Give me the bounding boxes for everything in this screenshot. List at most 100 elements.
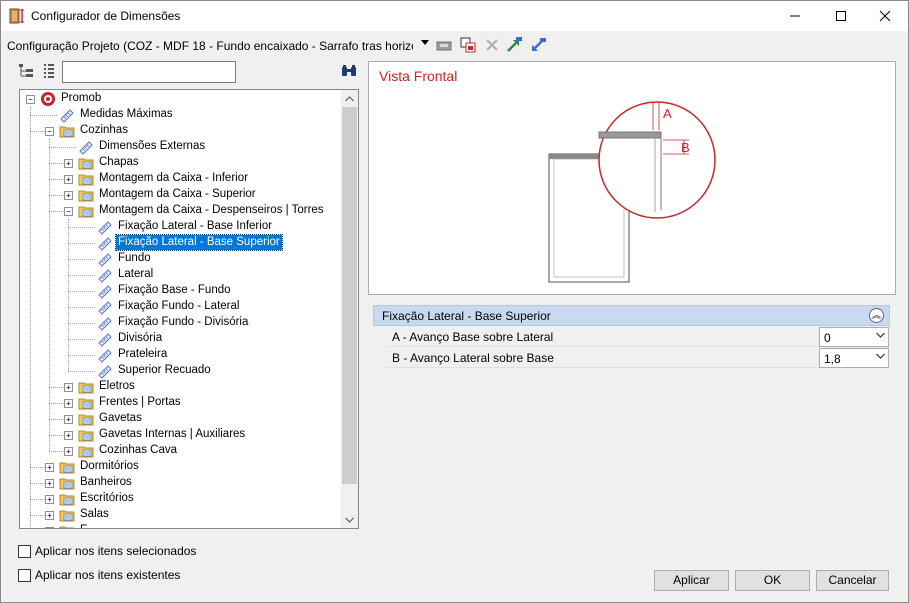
tree-item[interactable]: Superior Recuado [20, 363, 340, 379]
tree-item[interactable]: − Promob [20, 91, 340, 107]
tree-item[interactable]: + Dormitórios [20, 459, 340, 475]
ruler-icon [98, 237, 112, 251]
tree-item-label: Dimensões Externas [99, 140, 206, 152]
tree-item[interactable]: Fixação Base - Fundo [20, 283, 340, 299]
collapse-node-icon[interactable]: − [64, 207, 73, 216]
folder-icon [59, 126, 75, 138]
dimension-label-b: B [681, 140, 690, 155]
ruler-icon [98, 221, 112, 235]
tree-item[interactable]: Divisória [20, 331, 340, 347]
expand-icon[interactable]: + [45, 527, 54, 528]
close-button[interactable] [862, 1, 908, 31]
tree-item[interactable]: + Montagem da Caixa - Inferior [20, 171, 340, 187]
tree-item[interactable]: + Escritórios [20, 491, 340, 507]
collapse-node-icon[interactable]: − [26, 95, 35, 104]
apply-button[interactable]: Aplicar [654, 570, 729, 591]
cancel-button[interactable]: Cancelar [816, 570, 889, 591]
tree-item[interactable]: Fixação Fundo - Divisória [20, 315, 340, 331]
expand-icon[interactable]: + [64, 415, 73, 424]
tree-item[interactable]: Fixação Fundo - Lateral [20, 299, 340, 315]
configuration-select[interactable]: Configuração Projeto (COZ - MDF 18 - Fun… [7, 39, 413, 53]
tree-item-label: Dormitórios [80, 460, 139, 472]
tree-item-label: Divisória [118, 332, 163, 344]
tree-scrollbar[interactable] [341, 90, 358, 528]
expand-icon[interactable]: + [64, 447, 73, 456]
scroll-thumb[interactable] [342, 107, 357, 484]
folder-icon [59, 462, 75, 474]
category-tree[interactable]: − Promob Medidas Máximas − Cozinhas Dimensões… [19, 89, 359, 529]
tree-item-label: Chapas [99, 156, 139, 168]
tree-item-label: Montagem da Caixa - Superior [99, 188, 256, 200]
expand-icon[interactable]: + [45, 479, 54, 488]
chevron-down-icon [876, 353, 885, 359]
apply-selected-checkbox[interactable] [18, 544, 31, 558]
tree-item[interactable]: + Chapas [20, 155, 340, 171]
tree-item[interactable]: Prateleira [20, 347, 340, 363]
apply-selected-option[interactable]: Aplicar nos itens selecionados [18, 543, 196, 559]
apply-existing-label: Aplicar nos itens existentes [35, 568, 181, 582]
tree-item[interactable]: + Gavetas [20, 411, 340, 427]
ruler-icon [98, 285, 112, 299]
export-icon[interactable] [505, 36, 523, 54]
tree-item[interactable]: + E... [20, 523, 340, 528]
tree-item[interactable]: − Cozinhas [20, 123, 340, 139]
tree-item[interactable]: Medidas Máximas [20, 107, 340, 123]
tree-search-input[interactable] [62, 61, 236, 83]
copy-config-icon[interactable] [459, 36, 477, 54]
folder-icon [78, 398, 94, 410]
tree-view-icon[interactable] [18, 63, 34, 79]
tree-item[interactable]: + Frentes | Portas [20, 395, 340, 411]
scroll-up-button[interactable] [341, 90, 358, 107]
folder-icon [59, 494, 75, 506]
folder-icon [78, 190, 94, 202]
expand-icon[interactable]: + [64, 383, 73, 392]
collapse-node-icon[interactable]: − [45, 127, 54, 136]
collapse-icon[interactable]: ︽ [869, 308, 884, 323]
minimize-button[interactable] [772, 1, 818, 31]
apply-existing-option[interactable]: Aplicar nos itens existentes [18, 567, 180, 583]
tree-item[interactable]: Fundo [20, 251, 340, 267]
tree-item[interactable]: − Montagem da Caixa - Despenseiros | Torr… [20, 203, 340, 219]
save-config-icon[interactable] [435, 36, 453, 54]
expand-icon[interactable]: + [64, 159, 73, 168]
import-icon[interactable] [529, 36, 547, 54]
scroll-down-button[interactable] [341, 511, 358, 528]
tree-item[interactable]: + Cozinhas Cava [20, 443, 340, 459]
ruler-icon [98, 349, 112, 363]
ok-button[interactable]: OK [735, 570, 810, 591]
tree-item[interactable]: + Salas [20, 507, 340, 523]
property-value-dropdown[interactable]: 0 [819, 327, 889, 347]
folder-icon [59, 526, 75, 528]
dimension-label-a: A [663, 106, 672, 121]
tree-item-label: Eletros [99, 380, 135, 392]
tree-item-label: Promob [61, 92, 102, 104]
tree-item[interactable]: + Gavetas Internas | Auxiliares [20, 427, 340, 443]
expand-icon[interactable]: + [64, 191, 73, 200]
expand-icon[interactable]: + [64, 431, 73, 440]
tree-item[interactable]: Dimensões Externas [20, 139, 340, 155]
expand-icon[interactable]: + [45, 495, 54, 504]
tree-item[interactable]: Lateral [20, 267, 340, 283]
minimize-icon [790, 15, 800, 17]
tree-item-label: Prateleira [118, 348, 168, 360]
tree-item[interactable]: + Montagem da Caixa - Superior [20, 187, 340, 203]
property-value-dropdown[interactable]: 1,8 [819, 348, 889, 368]
list-view-icon[interactable] [41, 63, 57, 79]
property-group-header[interactable]: Fixação Lateral - Base Superior ︽ [373, 305, 890, 326]
chevron-down-icon[interactable] [421, 40, 429, 46]
window-title: Configurador de Dimensões [31, 9, 181, 23]
app-icon [9, 8, 24, 24]
expand-icon[interactable]: + [64, 399, 73, 408]
delete-icon[interactable] [483, 36, 501, 54]
tree-item[interactable]: Fixação Lateral - Base Inferior [20, 219, 340, 235]
maximize-button[interactable] [818, 1, 864, 31]
apply-existing-checkbox[interactable] [18, 568, 31, 582]
expand-icon[interactable]: + [64, 175, 73, 184]
tree-item[interactable]: Fixação Lateral - Base Superior [20, 234, 340, 251]
binoculars-icon[interactable] [341, 63, 357, 79]
tree-item[interactable]: + Eletros [20, 379, 340, 395]
tree-item[interactable]: + Banheiros [20, 475, 340, 491]
expand-icon[interactable]: + [45, 511, 54, 520]
folder-icon [59, 510, 75, 522]
expand-icon[interactable]: + [45, 463, 54, 472]
